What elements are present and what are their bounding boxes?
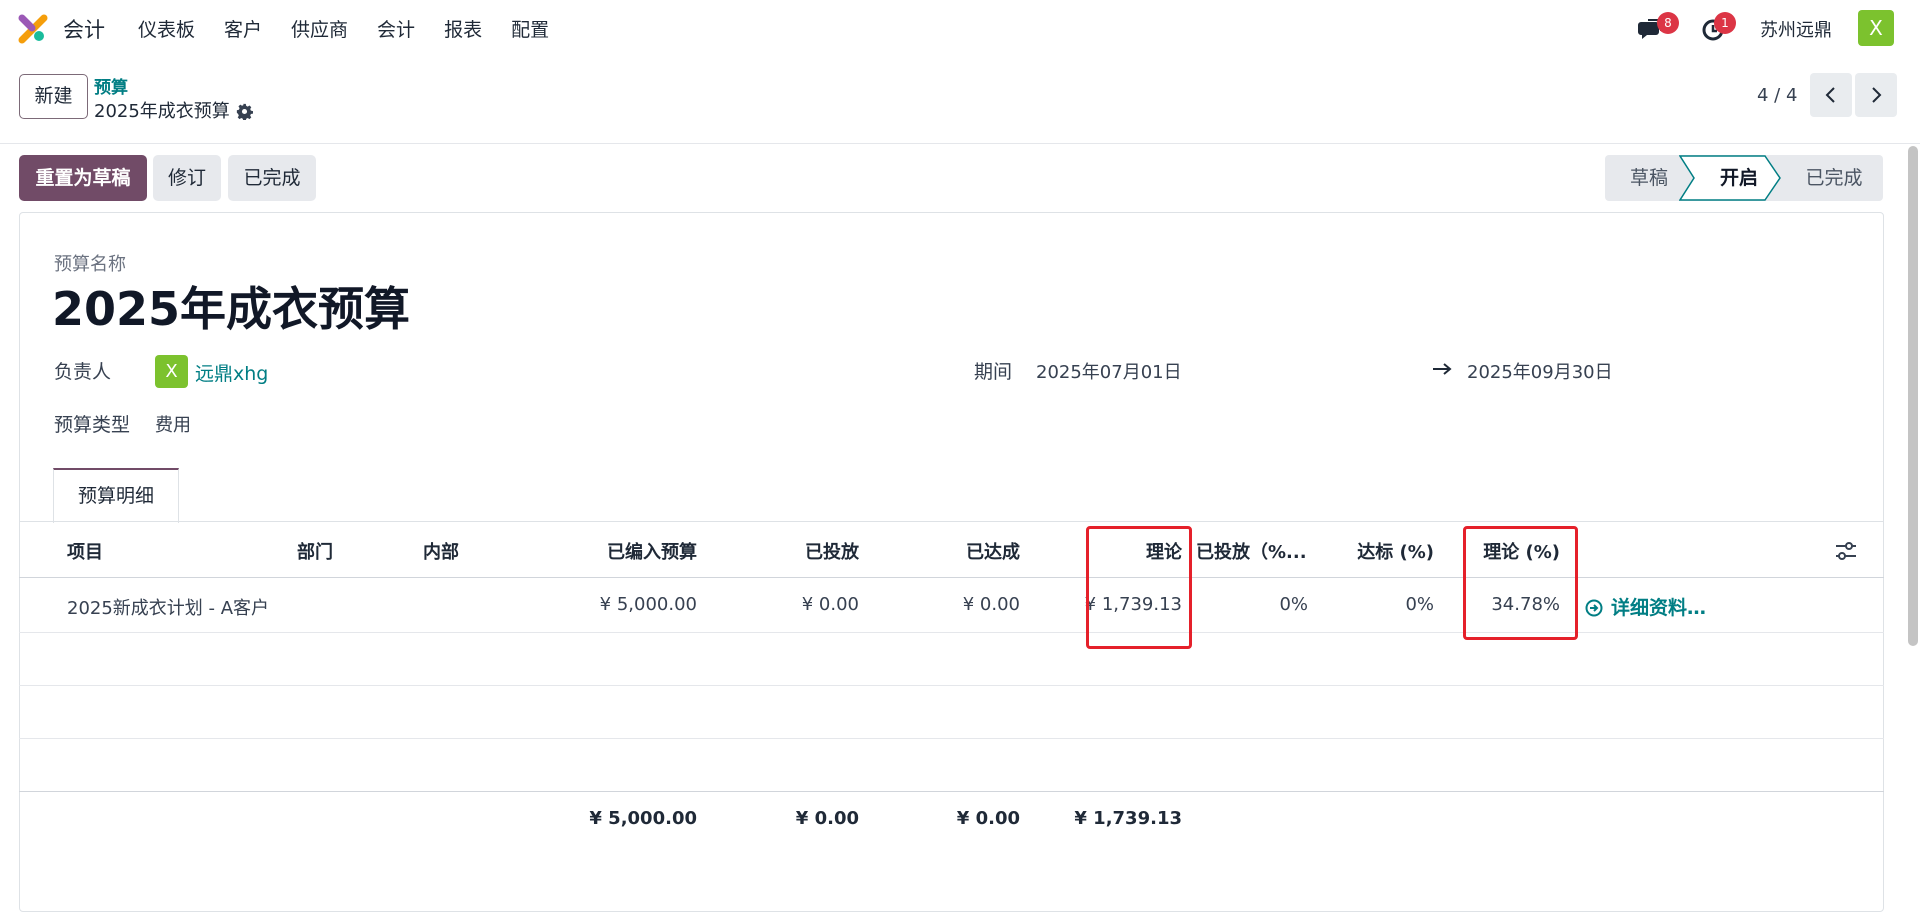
app-logo-icon[interactable] <box>18 14 48 44</box>
date-from-field[interactable]: 2025年07月01日 <box>1036 358 1182 384</box>
cell-achieved-pct: 0% <box>1405 594 1434 615</box>
messages-button[interactable]: 8 <box>1637 12 1679 44</box>
revise-button[interactable]: 修订 <box>153 155 221 201</box>
budget-type-label: 预算类型 <box>54 414 131 436</box>
company-switcher[interactable]: 苏州远鼎 <box>1760 16 1832 42</box>
owner-label: 负责人 <box>54 361 112 383</box>
total-budgeted: ¥ 5,000.00 <box>589 808 697 829</box>
cell-budgeted: ¥ 5,000.00 <box>599 594 697 615</box>
col-achieved-pct[interactable]: 达标 (%) <box>1330 538 1434 564</box>
menu-vendors[interactable]: 供应商 <box>291 15 348 42</box>
stage-done[interactable]: 已完成 <box>1785 155 1883 201</box>
arrow-circle-right-icon <box>1585 599 1603 617</box>
date-to-field[interactable]: 2025年09月30日 <box>1467 358 1613 384</box>
period-label: 期间 <box>974 361 1013 383</box>
total-committed: ¥ 0.00 <box>795 808 859 829</box>
row-divider <box>19 738 1884 739</box>
details-link[interactable]: 详细资料… <box>1585 593 1706 620</box>
cell-committed: ¥ 0.00 <box>801 594 859 615</box>
menu-dashboard[interactable]: 仪表板 <box>138 15 195 42</box>
footer-divider <box>19 791 1884 792</box>
reset-to-draft-button[interactable]: 重置为草稿 <box>19 155 147 201</box>
app-name[interactable]: 会计 <box>63 14 105 44</box>
menu-configuration[interactable]: 配置 <box>511 15 549 42</box>
col-committed[interactable]: 已投放 <box>720 538 859 564</box>
messages-badge: 8 <box>1657 12 1679 34</box>
col-achieved[interactable]: 已达成 <box>880 538 1020 564</box>
budget-name-field[interactable]: 2025年成衣预算 <box>52 273 410 339</box>
col-project[interactable]: 项目 <box>67 538 103 564</box>
top-navbar: 会计 仪表板 客户 供应商 会计 报表 配置 8 1 苏州远鼎 X <box>0 0 1920 56</box>
tab-divider <box>19 521 1884 522</box>
col-committed-pct[interactable]: 已投放（%... <box>1196 538 1307 564</box>
menu-customers[interactable]: 客户 <box>224 15 262 42</box>
activities-badge: 1 <box>1714 12 1736 34</box>
cell-committed-pct: 0% <box>1279 594 1308 615</box>
gear-icon[interactable] <box>236 103 253 120</box>
owner-field[interactable]: 远鼎xhg <box>195 359 268 386</box>
main-menu: 仪表板 客户 供应商 会计 报表 配置 <box>138 15 578 42</box>
arrow-right-icon <box>1433 363 1452 375</box>
menu-accounting[interactable]: 会计 <box>377 15 415 42</box>
stage-open[interactable]: 开启 <box>1699 155 1779 201</box>
cell-achieved: ¥ 0.00 <box>962 594 1020 615</box>
highlight-theoretical-column <box>1086 526 1192 649</box>
new-button[interactable]: 新建 <box>19 74 88 119</box>
done-button[interactable]: 已完成 <box>228 155 316 201</box>
pager-previous-button[interactable] <box>1810 73 1852 117</box>
activities-button[interactable]: 1 <box>1700 12 1736 44</box>
total-theoretical: ¥ 1,739.13 <box>1074 808 1182 829</box>
pager-next-button[interactable] <box>1855 73 1897 117</box>
row-divider <box>19 632 1884 633</box>
details-link-label: 详细资料… <box>1611 597 1707 619</box>
chevron-right-icon <box>1872 87 1882 103</box>
stage-draft[interactable]: 草稿 <box>1605 155 1693 201</box>
col-budgeted[interactable]: 已编入预算 <box>560 538 697 564</box>
col-internal[interactable]: 内部 <box>423 538 459 564</box>
pager-value[interactable]: 4 / 4 <box>1757 85 1797 106</box>
breadcrumb-parent[interactable]: 预算 <box>94 73 128 98</box>
header-row-divider <box>19 577 1884 578</box>
header-divider <box>0 143 1920 144</box>
menu-reporting[interactable]: 报表 <box>444 15 482 42</box>
tab-budget-lines[interactable]: 预算明细 <box>53 468 179 523</box>
budget-type-field[interactable]: 费用 <box>155 411 191 437</box>
total-achieved: ¥ 0.00 <box>956 808 1020 829</box>
chevron-left-icon <box>1825 87 1835 103</box>
column-settings-icon[interactable] <box>1835 541 1857 561</box>
row-divider <box>19 685 1884 686</box>
breadcrumb-current-label: 2025年成衣预算 <box>94 101 230 122</box>
page-scrollbar[interactable] <box>1908 146 1918 646</box>
breadcrumb-current: 2025年成衣预算 <box>94 97 253 123</box>
cell-project: 2025新成衣计划 - A客户 <box>67 598 270 619</box>
owner-avatar: X <box>155 355 188 388</box>
user-avatar[interactable]: X <box>1858 10 1894 46</box>
stage-bar: 草稿 开启 已完成 <box>1605 155 1883 201</box>
highlight-theoretical-pct-column <box>1463 526 1578 640</box>
col-department[interactable]: 部门 <box>297 538 333 564</box>
